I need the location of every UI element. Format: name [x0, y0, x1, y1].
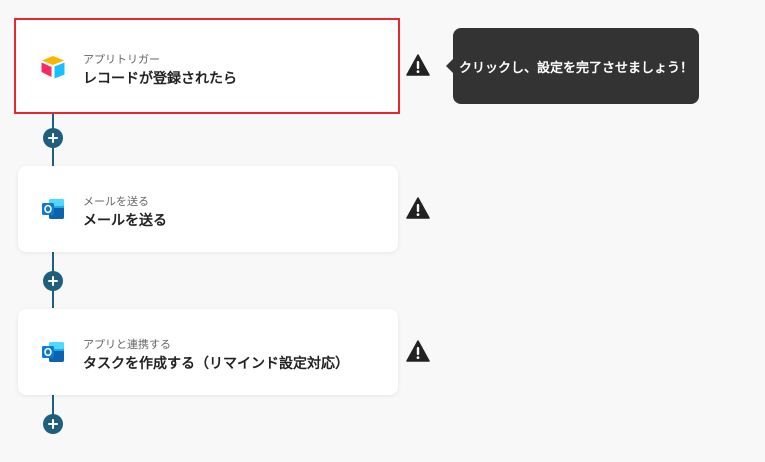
warning-icon[interactable] — [406, 54, 430, 76]
setup-tooltip: クリックし、設定を完了させましょう！ — [446, 28, 699, 104]
add-step-button[interactable] — [43, 128, 63, 148]
warning-icon[interactable] — [406, 197, 430, 219]
outlook-icon — [42, 199, 64, 219]
tooltip-text: クリックし、設定を完了させましょう！ — [458, 60, 693, 76]
step-title: タスクを作成する（リマインド設定対応） — [83, 356, 349, 372]
step-title: メールを送る — [83, 213, 167, 229]
plus-icon — [48, 419, 58, 429]
step-title: レコードが登録されたら — [83, 71, 237, 87]
add-step-button[interactable] — [43, 414, 63, 434]
warning-icon[interactable] — [406, 340, 430, 362]
plus-icon — [48, 276, 58, 286]
step-subtitle: メールを送る — [83, 195, 149, 208]
step-subtitle: アプリと連携する — [83, 338, 171, 351]
step-card-create-task[interactable]: アプリと連携する タスクを作成する（リマインド設定対応） — [18, 309, 398, 395]
outlook-icon — [42, 342, 64, 362]
tooltip-arrow — [446, 59, 453, 73]
plus-icon — [48, 133, 58, 143]
add-step-button[interactable] — [43, 271, 63, 291]
airtable-icon — [41, 56, 65, 79]
step-subtitle: アプリトリガー — [83, 53, 160, 66]
step-card-send-mail[interactable]: メールを送る メールを送る — [18, 166, 398, 252]
step-card-trigger[interactable]: アプリトリガー レコードが登録されたら — [14, 18, 400, 114]
